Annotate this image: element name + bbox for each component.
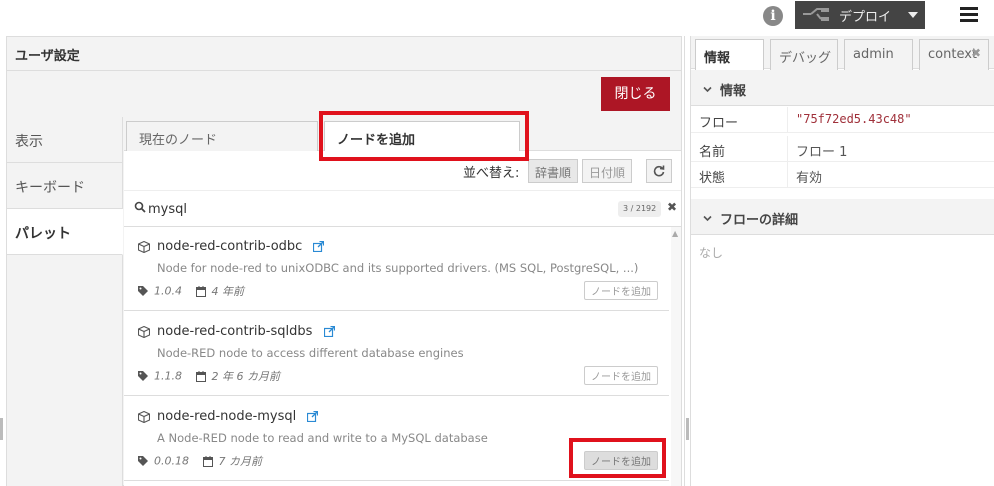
tag-icon	[138, 371, 148, 381]
section-title: 情報	[720, 84, 747, 99]
info-section-header[interactable]: 情報	[691, 70, 994, 106]
left-splitter-handle[interactable]	[0, 418, 3, 440]
sort-alpha-button[interactable]: 辞書順	[528, 159, 579, 183]
search-bar: 3 / 2192 ✖	[124, 191, 681, 227]
node-name: node-red-contrib-sqldbs	[157, 324, 313, 339]
nav-item-palette[interactable]: パレット	[7, 209, 123, 255]
prop-value: "75f72ed5.43c48"	[796, 112, 912, 126]
scrollbar[interactable]: ▲	[671, 227, 681, 486]
calendar-icon	[202, 455, 213, 467]
package-icon	[138, 326, 150, 338]
sidebar: 情報 デバッグ admin context ✖ 情報 フロー "75f72ed5…	[690, 36, 994, 486]
list-item: node-red-contrib-odbc Node for node-red …	[124, 227, 669, 311]
search-input[interactable]	[148, 199, 568, 219]
node-name-wrap: node-red-contrib-odbc	[157, 239, 325, 254]
node-description: Node-RED node to access different databa…	[157, 346, 464, 360]
chevron-down-icon	[703, 215, 712, 222]
chevron-down-icon[interactable]	[908, 12, 918, 18]
scroll-up-icon[interactable]: ▲	[672, 229, 678, 238]
install-button[interactable]: ノードを追加	[584, 281, 658, 300]
tab-info[interactable]: 情報	[695, 39, 764, 70]
tab-debug[interactable]: デバッグ	[770, 39, 838, 70]
node-name: node-red-node-mysql	[157, 409, 297, 424]
install-button[interactable]: ノードを追加	[584, 366, 658, 385]
dialog-title: ユーザ設定	[7, 37, 681, 71]
palette-panel: 現在のノード ノードを追加 並べ替え: 辞書順 日付順 3 / 2192 ✖	[124, 117, 681, 486]
node-meta: 1.0.4 4 年前	[138, 283, 244, 299]
hamburger-menu-icon[interactable]	[960, 7, 978, 23]
node-meta: 0.0.18 7 カ月前	[138, 453, 262, 469]
sort-bar: 並べ替え: 辞書順 日付順	[124, 151, 681, 191]
list-item: node-red-node-mysql A Node-RED node to r…	[124, 397, 669, 481]
prop-row-name: 名前 フロー 1	[691, 136, 994, 162]
user-settings-dialog: ユーザ設定 閉じる 表示 キーボード パレット 現在のノード ノードを追加 並べ…	[6, 36, 682, 486]
prop-key: 名前	[699, 145, 726, 160]
node-name-wrap: node-red-node-mysql	[157, 409, 319, 424]
package-icon	[138, 241, 150, 253]
node-description: A Node-RED node to read and write to a M…	[157, 431, 488, 445]
install-button[interactable]: ノードを追加	[584, 451, 658, 470]
sidebar-tabs: 情報 デバッグ admin context ✖	[691, 36, 994, 70]
clear-search-icon[interactable]: ✖	[667, 200, 677, 214]
calendar-icon	[195, 285, 206, 297]
splitter-handle[interactable]	[686, 418, 689, 440]
node-version: 1.1.8	[154, 369, 182, 383]
details-empty-text: なし	[699, 246, 724, 260]
node-meta: 1.1.8 2 年 6 カ月前	[138, 368, 280, 384]
external-link-icon[interactable]	[307, 411, 319, 422]
refresh-button[interactable]	[646, 159, 672, 183]
node-name-wrap: node-red-contrib-sqldbs	[157, 324, 335, 339]
deploy-button[interactable]: デプロイ	[795, 1, 925, 29]
node-updated: 4 年前	[211, 285, 245, 298]
header-bar: i デプロイ	[0, 0, 994, 34]
node-updated: 2 年 6 カ月前	[211, 370, 281, 383]
prop-key: 状態	[699, 171, 726, 186]
tab-install[interactable]: ノードを追加	[324, 121, 520, 153]
node-description: Node for node-red to unixODBC and its su…	[157, 261, 639, 275]
sort-date-button[interactable]: 日付順	[582, 159, 633, 183]
nav-item-view[interactable]: 表示	[7, 117, 122, 163]
close-icon[interactable]: ✖	[971, 46, 981, 60]
node-updated: 7 カ月前	[218, 455, 263, 468]
package-icon	[138, 411, 150, 423]
calendar-icon	[195, 370, 206, 382]
prop-value: フロー 1	[796, 145, 848, 160]
node-name: node-red-contrib-odbc	[157, 239, 303, 254]
prop-key: フロー	[699, 116, 739, 131]
nav-item-keyboard[interactable]: キーボード	[7, 163, 122, 209]
prop-row-status: 状態 有効	[691, 162, 994, 188]
tab-current-nodes[interactable]: 現在のノード	[126, 121, 318, 152]
search-icon	[134, 201, 146, 213]
section-title: フローの詳細	[720, 213, 799, 228]
deploy-icon	[803, 8, 829, 21]
flow-details-header[interactable]: フローの詳細	[691, 199, 994, 235]
list-item: node-red-contrib-sqldbs Node-RED node to…	[124, 312, 669, 396]
prop-value: 有効	[796, 171, 823, 186]
node-list: node-red-contrib-odbc Node for node-red …	[124, 227, 681, 486]
close-button[interactable]: 閉じる	[601, 77, 670, 111]
deploy-label: デプロイ	[839, 10, 892, 25]
chevron-down-icon	[703, 86, 712, 93]
external-link-icon[interactable]	[323, 326, 335, 337]
palette-tabs: 現在のノード ノードを追加	[124, 117, 681, 153]
node-version: 1.0.4	[154, 284, 182, 298]
settings-nav: 表示 キーボード パレット	[7, 117, 123, 486]
refresh-icon	[653, 165, 665, 176]
tag-icon	[138, 456, 148, 466]
external-link-icon[interactable]	[313, 241, 325, 252]
tag-icon	[138, 286, 148, 296]
node-version: 0.0.18	[154, 454, 189, 468]
sort-label: 並べ替え:	[463, 166, 520, 181]
prop-row-flow: フロー "75f72ed5.43c48"	[691, 107, 994, 133]
tab-admin[interactable]: admin	[844, 39, 913, 70]
info-icon[interactable]: i	[763, 6, 783, 26]
search-count-badge: 3 / 2192	[618, 201, 662, 217]
